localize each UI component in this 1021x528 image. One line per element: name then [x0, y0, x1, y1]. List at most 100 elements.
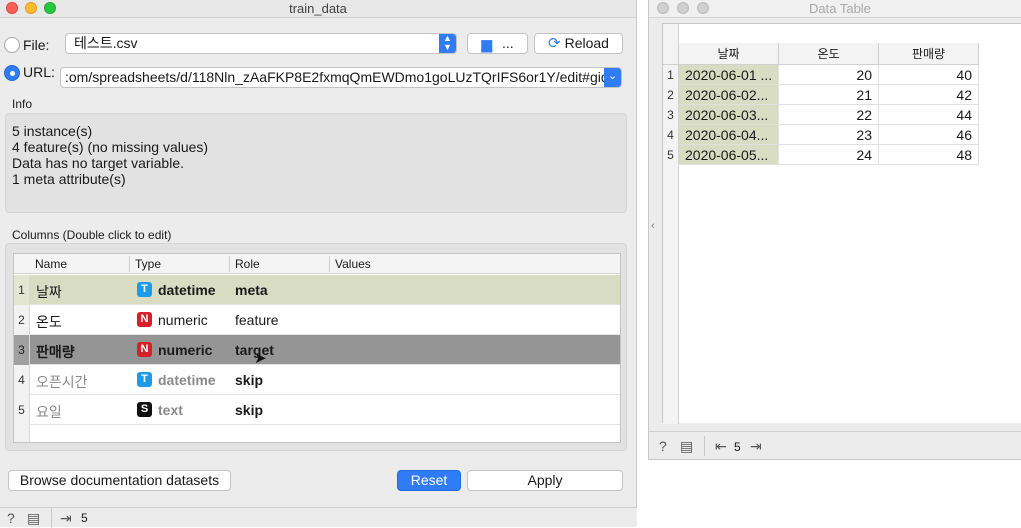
- report-icon[interactable]: ▤: [27, 510, 40, 527]
- header-values[interactable]: Values: [335, 257, 371, 271]
- header-name[interactable]: Name: [35, 257, 67, 271]
- table-row[interactable]: 3 2020-06-03... 22 44: [663, 105, 979, 125]
- status-bar: ? ▤ ⇥ 5: [0, 507, 637, 528]
- numeric-type-icon: N: [137, 342, 152, 357]
- file-source-radio[interactable]: [4, 37, 20, 53]
- file-widget-window: train_data File: 테스트.csv ▲ ▼ ▆ ... ⟳ Reloa…: [0, 0, 637, 528]
- url-value: :om/spreadsheets/d/118Nln_zAaFKP8E2fxmqQ…: [65, 69, 622, 85]
- sales-cell: 44: [879, 105, 979, 125]
- help-icon[interactable]: ?: [7, 510, 15, 526]
- header-type[interactable]: Type: [135, 257, 161, 271]
- date-cell: 2020-06-05...: [679, 145, 779, 165]
- window-title: train_data: [289, 1, 347, 16]
- sales-cell: 40: [879, 65, 979, 85]
- datetime-type-icon: T: [137, 372, 152, 387]
- url-label: URL:: [23, 64, 55, 80]
- data-table-window: Data Table ‹ 날짜 온도 판매량 1 2020-06-01 ... …: [648, 0, 1021, 460]
- column-type[interactable]: text: [158, 402, 183, 418]
- output-icon[interactable]: ⇥: [750, 438, 762, 455]
- date-cell: 2020-06-01 ...: [679, 65, 779, 85]
- table-row[interactable]: 5 2020-06-05... 24 48: [663, 145, 979, 165]
- table-row[interactable]: 4 2020-06-04... 23 46: [663, 125, 979, 145]
- sales-cell: 42: [879, 85, 979, 105]
- header-temp[interactable]: 온도: [779, 43, 879, 65]
- url-input[interactable]: :om/spreadsheets/d/118Nln_zAaFKP8E2fxmqQ…: [60, 67, 622, 88]
- data-table[interactable]: 날짜 온도 판매량 1 2020-06-01 ... 20 40 2 2020-…: [662, 23, 1021, 424]
- header-date[interactable]: 날짜: [679, 43, 779, 65]
- table-row[interactable]: 1 날짜 T datetime meta: [14, 275, 620, 305]
- column-type[interactable]: datetime: [158, 282, 216, 298]
- apply-button[interactable]: Apply: [467, 470, 623, 491]
- datetime-type-icon: T: [137, 282, 152, 297]
- sales-cell: 46: [879, 125, 979, 145]
- info-target: Data has no target variable.: [12, 155, 184, 171]
- browse-documentation-datasets-button[interactable]: Browse documentation datasets: [8, 470, 231, 491]
- zoom-window-button[interactable]: [697, 2, 709, 14]
- reload-icon: ⟳: [548, 35, 561, 52]
- date-cell: 2020-06-04...: [679, 125, 779, 145]
- minimize-window-button[interactable]: [677, 2, 689, 14]
- column-name: 온도: [36, 314, 62, 330]
- updown-chevron-icon: ▲ ▼: [439, 34, 456, 53]
- status-bar: ? ▤ ⇤ 5 ⇥: [649, 431, 1021, 459]
- date-cell: 2020-06-02...: [679, 85, 779, 105]
- date-cell: 2020-06-03...: [679, 105, 779, 125]
- numeric-type-icon: N: [137, 312, 152, 327]
- table-row[interactable]: 2 2020-06-02... 21 42: [663, 85, 979, 105]
- input-icon[interactable]: ⇤: [715, 438, 727, 455]
- titlebar: Data Table: [649, 0, 1021, 18]
- column-type[interactable]: numeric: [158, 342, 212, 358]
- sidebar-toggle[interactable]: ‹: [649, 24, 661, 424]
- temp-cell: 21: [779, 85, 879, 105]
- column-role[interactable]: skip: [235, 372, 263, 388]
- selected-file: 테스트.csv: [74, 35, 138, 51]
- header-sales[interactable]: 판매량: [879, 43, 979, 65]
- output-icon[interactable]: ⇥: [60, 510, 72, 527]
- chevron-down-icon[interactable]: ⌄: [604, 68, 621, 87]
- report-icon[interactable]: ▤: [680, 438, 693, 455]
- table-row[interactable]: 1 2020-06-01 ... 20 40: [663, 65, 979, 85]
- folder-icon: ▆: [481, 36, 493, 52]
- reload-button[interactable]: ⟳ Reload: [534, 33, 623, 54]
- table-row[interactable]: 2 온도 N numeric feature: [14, 305, 620, 335]
- url-source-radio[interactable]: [4, 65, 20, 81]
- file-label: File:: [23, 37, 50, 53]
- column-name: 날짜: [36, 284, 62, 300]
- table-row[interactable]: 4 오픈시간 T datetime skip: [14, 365, 620, 395]
- column-role[interactable]: skip: [235, 402, 263, 418]
- column-type[interactable]: datetime: [158, 372, 216, 388]
- temp-cell: 20: [779, 65, 879, 85]
- header-role[interactable]: Role: [235, 257, 260, 271]
- info-meta: 1 meta attribute(s): [12, 171, 126, 187]
- column-type[interactable]: numeric: [158, 312, 208, 328]
- titlebar: train_data: [0, 0, 636, 18]
- column-role[interactable]: meta: [235, 282, 268, 298]
- info-instances: 5 instance(s): [12, 123, 93, 139]
- sales-cell: 48: [879, 145, 979, 165]
- output-count: 5: [81, 511, 88, 525]
- columns-title: Columns (Double click to edit): [12, 228, 172, 242]
- column-name: 요일: [36, 404, 62, 420]
- reset-button[interactable]: Reset: [397, 470, 461, 491]
- input-count: 5: [734, 440, 741, 454]
- browse-file-button[interactable]: ▆ ...: [467, 33, 528, 54]
- columns-box: Name Type Role Values 1 날짜 T datetime me…: [5, 243, 627, 451]
- info-features: 4 feature(s) (no missing values): [12, 139, 209, 155]
- table-row[interactable]: 5 요일 S text skip: [14, 395, 620, 425]
- chevron-left-icon: ‹: [651, 220, 655, 232]
- row-header-filler: [14, 425, 30, 442]
- file-select[interactable]: 테스트.csv ▲ ▼: [65, 33, 457, 54]
- columns-table[interactable]: Name Type Role Values 1 날짜 T datetime me…: [13, 253, 621, 443]
- table-row[interactable]: 3 판매량 N numeric target ➤: [14, 335, 620, 367]
- column-role[interactable]: feature: [235, 312, 279, 328]
- info-box: 5 instance(s) 4 feature(s) (no missing v…: [5, 113, 627, 213]
- info-title: Info: [12, 97, 33, 111]
- text-type-icon: S: [137, 402, 152, 417]
- help-icon[interactable]: ?: [659, 438, 667, 454]
- temp-cell: 22: [779, 105, 879, 125]
- row-header-filler: [663, 165, 679, 424]
- temp-cell: 24: [779, 145, 879, 165]
- data-table-header: 날짜 온도 판매량: [663, 43, 1021, 65]
- close-window-button[interactable]: [657, 2, 669, 14]
- column-name: 오픈시간: [36, 374, 88, 390]
